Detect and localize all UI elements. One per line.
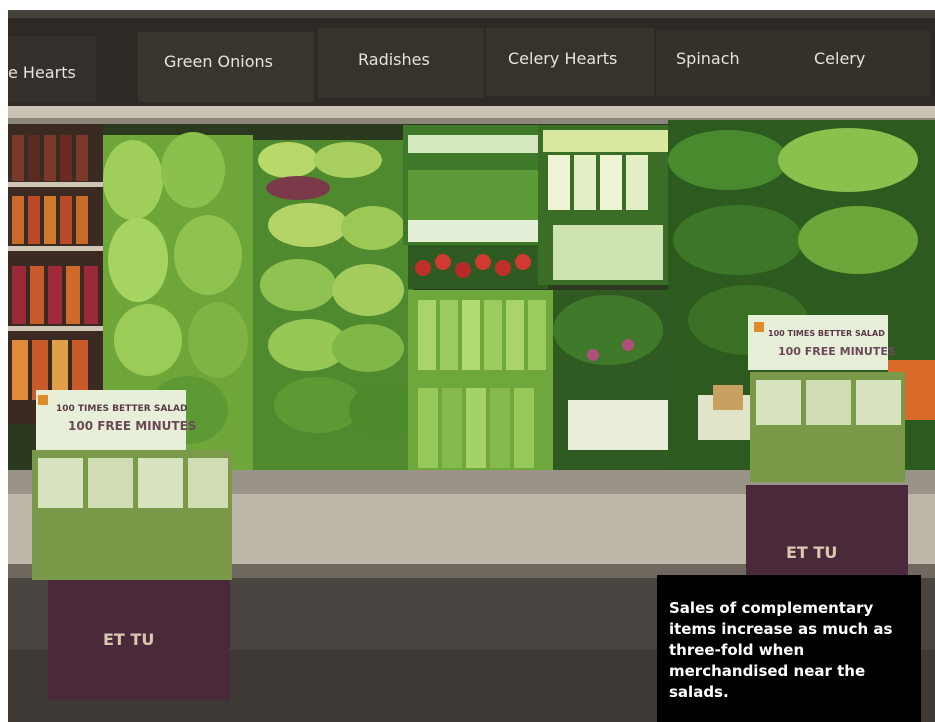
box-subline-left: 100 FREE MINUTES	[68, 419, 196, 433]
beverage-shelf	[8, 124, 103, 424]
sign-hearts: e Hearts	[8, 63, 76, 82]
display-box-right: 100 TIMES BETTER SALAD 100 FREE MINUTES …	[746, 315, 908, 585]
sign-celery-hearts: Celery Hearts	[508, 49, 617, 68]
box-headline-left: 100 TIMES BETTER SALAD	[56, 404, 187, 414]
sign-spinach: Spinach	[676, 49, 740, 68]
sign-boards	[8, 28, 930, 102]
box-brand-right: ET TU	[786, 543, 837, 562]
box-subline-right: 100 FREE MINUTES	[778, 345, 896, 358]
box-brand-left: ET TU	[103, 630, 154, 649]
box-headline-right: 100 TIMES BETTER SALAD	[768, 329, 885, 338]
sign-celery: Celery	[814, 49, 865, 68]
caption-text: Sales of complementary items increase as…	[669, 599, 893, 701]
sign-green-onions: Green Onions	[164, 52, 273, 71]
sign-radishes: Radishes	[358, 50, 430, 69]
caption-box: Sales of complementary items increase as…	[657, 575, 921, 722]
